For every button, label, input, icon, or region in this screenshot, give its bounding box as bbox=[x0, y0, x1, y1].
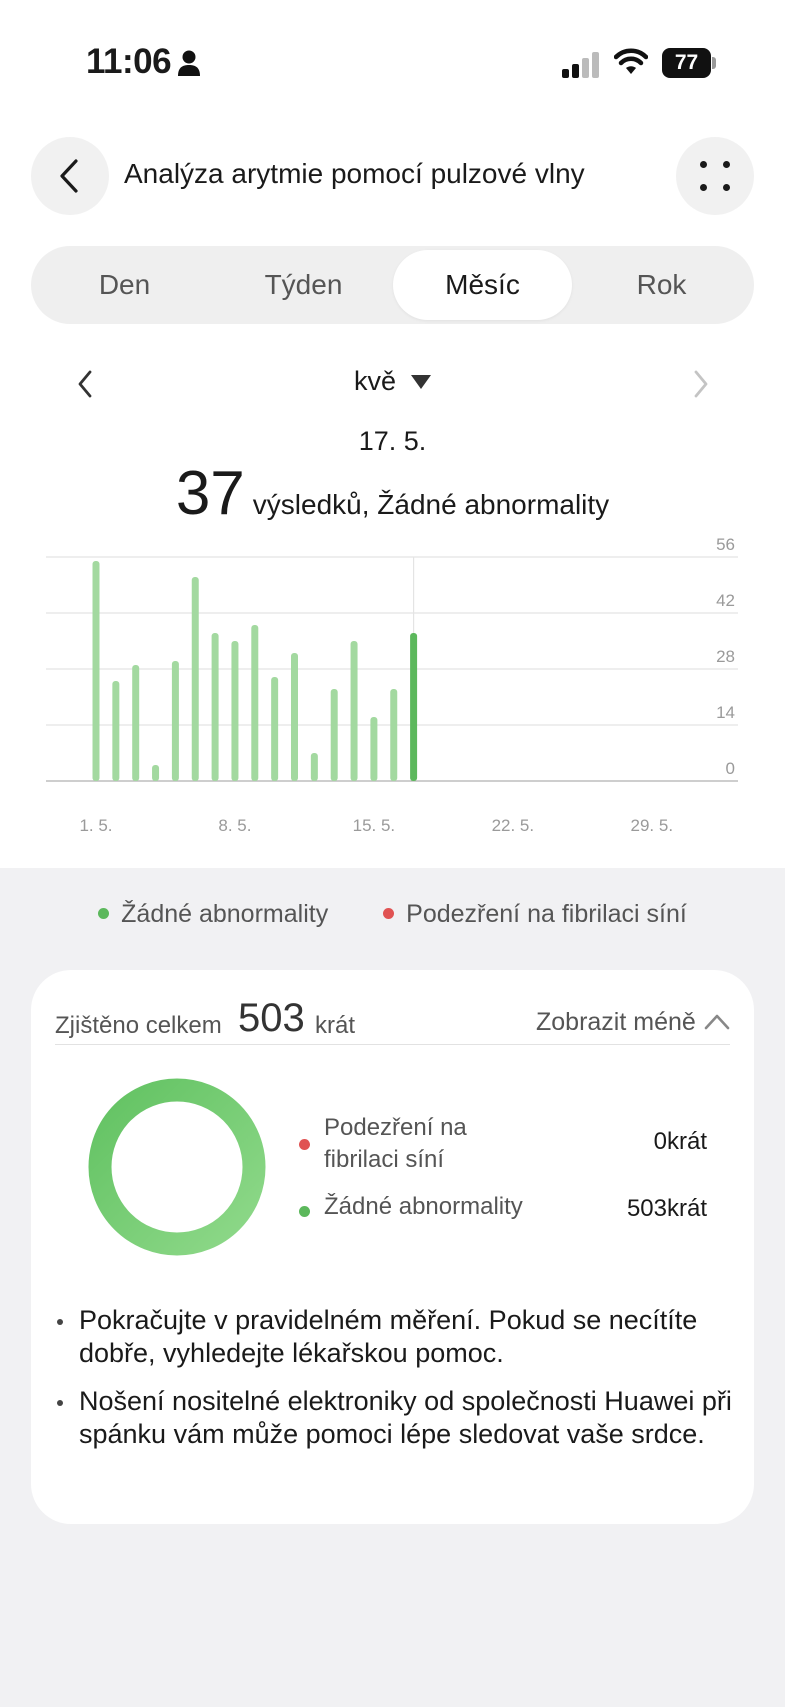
bar bbox=[171, 661, 179, 781]
y-tick-label: 42 bbox=[716, 591, 735, 610]
chevron-left-icon bbox=[60, 159, 78, 193]
bar bbox=[310, 753, 318, 781]
tab-year[interactable]: Rok bbox=[572, 250, 751, 320]
bar bbox=[271, 677, 279, 781]
bar bbox=[350, 641, 358, 781]
wifi-icon bbox=[614, 48, 648, 74]
tips-list: Pokračujte v pravidelném měření. Pokud s… bbox=[55, 1304, 745, 1466]
bar bbox=[231, 641, 239, 781]
bar-selected bbox=[410, 633, 418, 781]
summary-card: Zjištěno celkem 503 krát Zobrazit méně P… bbox=[31, 970, 754, 1524]
page-title: Analýza arytmie pomocí pulzové vlny bbox=[124, 158, 585, 189]
bar bbox=[390, 689, 398, 781]
total-value: 503 bbox=[238, 996, 305, 1040]
bar bbox=[132, 665, 140, 781]
cellular-signal-icon bbox=[562, 52, 599, 78]
bar bbox=[112, 681, 120, 781]
bar bbox=[291, 653, 298, 781]
divider bbox=[55, 1044, 730, 1045]
chart-legend: Žádné abnormality Podezření na fibrilaci… bbox=[0, 900, 785, 929]
bar bbox=[370, 717, 378, 781]
bar-chart[interactable]: 0 14 28 42 56 1. 5. 8. 5. 15. 5. 22. 5. 29. 5. bbox=[0, 530, 785, 840]
status-bar: 11:06 77 bbox=[0, 0, 785, 120]
previous-month-button[interactable] bbox=[72, 366, 100, 402]
normal-label: Žádné abnormality bbox=[324, 1193, 523, 1220]
bar bbox=[211, 633, 219, 781]
battery-level: 77 bbox=[674, 51, 699, 74]
tab-day[interactable]: Den bbox=[35, 250, 214, 320]
legend-dot bbox=[383, 907, 395, 919]
normal-dot bbox=[299, 1206, 310, 1217]
battery-icon: 77 bbox=[662, 48, 716, 78]
result-summary: 37 výsledků, Žádné abnormality bbox=[0, 458, 785, 529]
bar bbox=[92, 561, 100, 781]
next-month-button[interactable] bbox=[686, 366, 714, 402]
tip-item: Nošení nositelné elektroniky od společno… bbox=[55, 1385, 745, 1451]
person-icon bbox=[178, 50, 200, 76]
y-tick-label: 56 bbox=[716, 535, 735, 554]
show-less-button[interactable]: Zobrazit méně bbox=[536, 1008, 696, 1037]
period-tabs: Den Týden Měsíc Rok bbox=[31, 246, 754, 324]
bar bbox=[152, 765, 160, 781]
x-tick-label: 15. 5. bbox=[353, 816, 396, 835]
result-text: výsledků, Žádné abnormality bbox=[252, 489, 610, 520]
tip-item: Pokračujte v pravidelném měření. Pokud s… bbox=[55, 1304, 745, 1370]
caret-down-icon[interactable] bbox=[410, 374, 432, 390]
bar bbox=[251, 625, 259, 781]
x-tick-label: 1. 5. bbox=[79, 816, 112, 835]
y-tick-label: 14 bbox=[716, 703, 735, 722]
tab-week[interactable]: Týden bbox=[214, 250, 393, 320]
chevron-up-icon[interactable] bbox=[703, 1010, 731, 1032]
selected-date: 17. 5. bbox=[358, 426, 427, 456]
afib-count: 0krát bbox=[653, 1128, 707, 1155]
back-button[interactable] bbox=[31, 137, 109, 215]
total-label: Zjištěno celkem bbox=[55, 1012, 222, 1039]
legend-dot bbox=[98, 907, 110, 919]
x-tick-label: 8. 5. bbox=[218, 816, 251, 835]
x-tick-label: 29. 5. bbox=[631, 816, 674, 835]
x-tick-label: 22. 5. bbox=[492, 816, 535, 835]
y-tick-label: 0 bbox=[726, 759, 735, 778]
bar bbox=[330, 689, 338, 781]
month-selector[interactable]: kvě bbox=[354, 366, 396, 397]
total-unit: krát bbox=[315, 1012, 356, 1039]
status-time: 11:06 bbox=[86, 42, 172, 81]
donut-chart bbox=[88, 1078, 266, 1256]
legend-item-normal: Žádné abnormality bbox=[98, 900, 328, 929]
normal-count: 503krát bbox=[626, 1195, 707, 1222]
legend-item-afib: Podezření na fibrilaci síní bbox=[383, 900, 687, 929]
afib-dot bbox=[299, 1139, 310, 1150]
afib-label: Podezření na fibrilaci síní bbox=[324, 1114, 467, 1173]
result-count: 37 bbox=[175, 459, 245, 528]
bar bbox=[191, 577, 199, 781]
y-tick-label: 28 bbox=[716, 647, 735, 666]
tab-month[interactable]: Měsíc bbox=[393, 250, 572, 320]
more-options-button[interactable] bbox=[676, 137, 754, 215]
